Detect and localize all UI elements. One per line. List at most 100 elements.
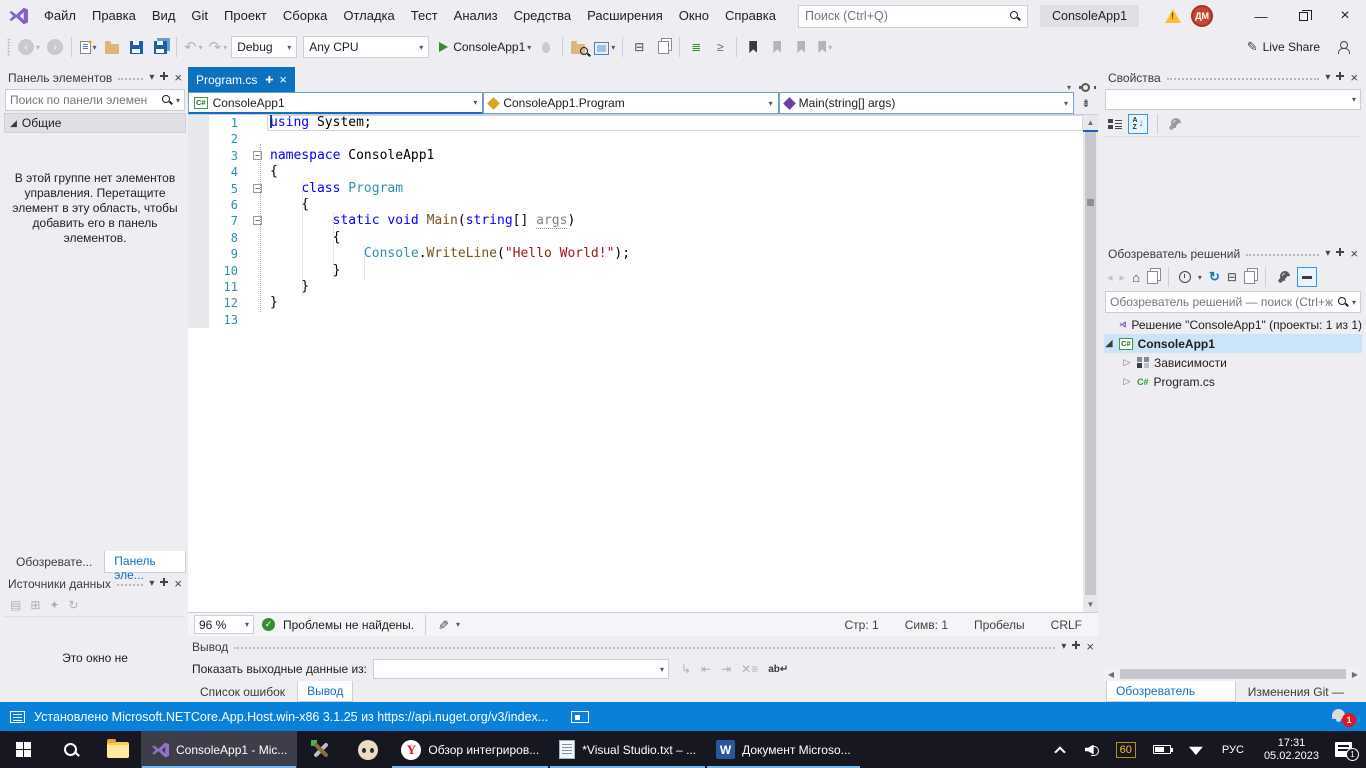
minimize-button[interactable]: — <box>1240 0 1282 32</box>
uncomment-button[interactable]: ≥ <box>709 35 731 59</box>
taskbar-game-app[interactable] <box>344 731 391 768</box>
tray-expand-icon[interactable] <box>1054 746 1065 757</box>
menu-item-1[interactable]: Правка <box>84 0 144 32</box>
tree-row-program-cs[interactable]: ▷ C# Program.cs <box>1104 372 1362 391</box>
language-indicator[interactable]: РУС <box>1222 744 1244 756</box>
search-icon[interactable] <box>161 94 173 106</box>
code-lines[interactable]: 1using System;23−namespace ConsoleApp14{… <box>188 115 1083 612</box>
clear-bookmarks-button[interactable]: ▾ <box>814 35 836 59</box>
close-icon[interactable]: × <box>1086 639 1094 654</box>
feedback-button[interactable] <box>1332 35 1354 59</box>
word-wrap-icon[interactable]: ab↵ <box>768 664 788 675</box>
menu-item-11[interactable]: Окно <box>671 0 717 32</box>
window-menu-icon[interactable]: ▾ <box>149 72 154 83</box>
menu-item-9[interactable]: Средства <box>506 0 580 32</box>
code-line[interactable]: 1using System; <box>188 115 1083 131</box>
pin-icon[interactable] <box>160 578 168 589</box>
properties-object-dropdown[interactable]: ▾ <box>1105 89 1361 110</box>
tree-row-solution[interactable]: Решение "ConsoleApp1" (проекты: 1 из 1) <box>1104 315 1362 334</box>
menu-item-10[interactable]: Расширения <box>579 0 671 32</box>
window-menu-icon[interactable]: ▾ <box>1325 72 1330 83</box>
action-center-icon[interactable]: 1 <box>1335 742 1352 757</box>
live-share-button[interactable]: ✎ Live Share <box>1247 39 1320 55</box>
property-pages-icon[interactable] <box>1167 117 1181 131</box>
menu-item-0[interactable]: Файл <box>36 0 84 32</box>
menu-item-7[interactable]: Тест <box>403 0 446 32</box>
tab-git-changes[interactable]: Изменения Git — п... <box>1238 681 1362 702</box>
code-cleanup-icon[interactable]: ✎ <box>435 619 451 630</box>
toolbox-group-general[interactable]: ◢ Общие <box>4 113 186 133</box>
new-file-button[interactable]: ✦▾ <box>77 35 99 59</box>
code-line[interactable]: 6 { <box>188 197 1083 213</box>
code-line[interactable]: 12} <box>188 295 1083 311</box>
menu-item-2[interactable]: Вид <box>144 0 184 32</box>
prev-bookmark-button[interactable] <box>766 35 788 59</box>
pin-icon[interactable] <box>1336 72 1344 83</box>
pin-icon[interactable] <box>1072 641 1080 652</box>
clear-all-icon[interactable]: ✕≡ <box>741 662 758 676</box>
scroll-down-icon[interactable]: ▼ <box>1083 597 1098 612</box>
taskbar-visual-studio[interactable]: ConsoleApp1 - Mic... <box>141 731 297 768</box>
solution-search-input[interactable] <box>1110 295 1334 309</box>
navigate-forward-button[interactable]: › <box>44 35 66 59</box>
code-line[interactable]: 9 Console.WriteLine("Hello World!"); <box>188 246 1083 262</box>
eol-indicator[interactable]: CRLF <box>1051 618 1082 632</box>
document-list-icon[interactable]: ▾ <box>1067 83 1071 92</box>
menu-item-3[interactable]: Git <box>183 0 216 32</box>
next-bookmark-button[interactable] <box>790 35 812 59</box>
scrollbar-thumb[interactable] <box>1120 669 1346 679</box>
close-icon[interactable]: × <box>174 70 182 85</box>
navigate-back-button[interactable]: ‹▾ <box>16 35 42 59</box>
configure-data-source-icon[interactable]: ⊞ <box>30 598 40 612</box>
tab-solution-explorer[interactable]: Обозреватель реше... <box>1106 681 1236 702</box>
fold-toggle[interactable]: − <box>253 151 262 160</box>
save-button[interactable] <box>125 35 147 59</box>
code-line[interactable]: 10 } <box>188 263 1083 279</box>
tree-row-dependencies[interactable]: ▷ Зависимости <box>1104 353 1362 372</box>
close-button[interactable]: × <box>1324 0 1366 32</box>
code-line[interactable]: 13 <box>188 312 1083 328</box>
outline-expand-button[interactable] <box>652 35 674 59</box>
bookmark-button[interactable] <box>742 35 764 59</box>
start-button[interactable] <box>0 731 47 768</box>
collapsed-icon[interactable]: ▷ <box>1122 376 1132 387</box>
pin-icon[interactable] <box>1336 248 1344 259</box>
save-all-button[interactable] <box>149 35 171 59</box>
notifications-button[interactable]: 1 <box>1332 707 1356 727</box>
taskbar-clock[interactable]: 17:31 05.02.2023 <box>1264 737 1319 763</box>
comment-button[interactable]: ≣ <box>685 35 707 59</box>
refresh-icon[interactable]: ↻ <box>1209 269 1220 285</box>
battery-icon[interactable] <box>1153 745 1171 754</box>
solution-name-badge[interactable]: ConsoleApp1 <box>1040 5 1139 27</box>
start-debug-button[interactable]: ConsoleApp1▾ <box>437 35 533 59</box>
quick-search-input[interactable] <box>805 9 1009 23</box>
configuration-dropdown[interactable]: Debug▾ <box>231 36 297 58</box>
code-line[interactable]: 4{ <box>188 164 1083 180</box>
type-dropdown[interactable]: ConsoleApp1.Program ▾ <box>483 92 778 114</box>
member-dropdown[interactable]: Main(string[] args) ▾ <box>779 92 1074 114</box>
scroll-right-icon[interactable]: ▶ <box>1348 667 1362 681</box>
expanded-icon[interactable]: ◢ <box>1104 338 1114 349</box>
code-line[interactable]: 3−namespace ConsoleApp1 <box>188 148 1083 164</box>
editor-vertical-scrollbar[interactable]: ▲ ▼ <box>1083 115 1098 612</box>
wifi-icon[interactable] <box>1189 744 1203 755</box>
column-indicator[interactable]: Симв: 1 <box>905 618 948 632</box>
code-line[interactable]: 7− static void Main(string[] args) <box>188 213 1083 229</box>
hot-reload-button[interactable] <box>535 35 557 59</box>
volume-icon[interactable] <box>1085 744 1099 756</box>
chevron-down-icon[interactable]: ▾ <box>1198 273 1202 282</box>
close-tab-icon[interactable]: × <box>279 72 287 87</box>
chevron-down-icon[interactable]: ▾ <box>456 620 460 629</box>
restore-button[interactable] <box>1282 0 1324 32</box>
output-window-icon[interactable] <box>10 711 25 723</box>
collapse-all-icon[interactable]: ⊟ <box>1227 270 1237 284</box>
sync-with-active-document-icon[interactable] <box>1147 271 1158 284</box>
chevron-down-icon[interactable]: ▾ <box>176 96 180 105</box>
solution-search-box[interactable]: ▾ <box>1105 291 1361 313</box>
file-explorer-button[interactable] <box>94 731 141 768</box>
alphabetical-sort-icon[interactable]: AZ↓ <box>1128 114 1148 134</box>
taskbar-notepad[interactable]: *Visual Studio.txt – ... <box>549 731 706 768</box>
tab-solution-explorer-left[interactable]: Обозревате... <box>6 551 102 573</box>
home-icon[interactable]: ⌂ <box>1132 270 1140 285</box>
zoom-dropdown[interactable]: 96 %▾ <box>194 615 254 634</box>
